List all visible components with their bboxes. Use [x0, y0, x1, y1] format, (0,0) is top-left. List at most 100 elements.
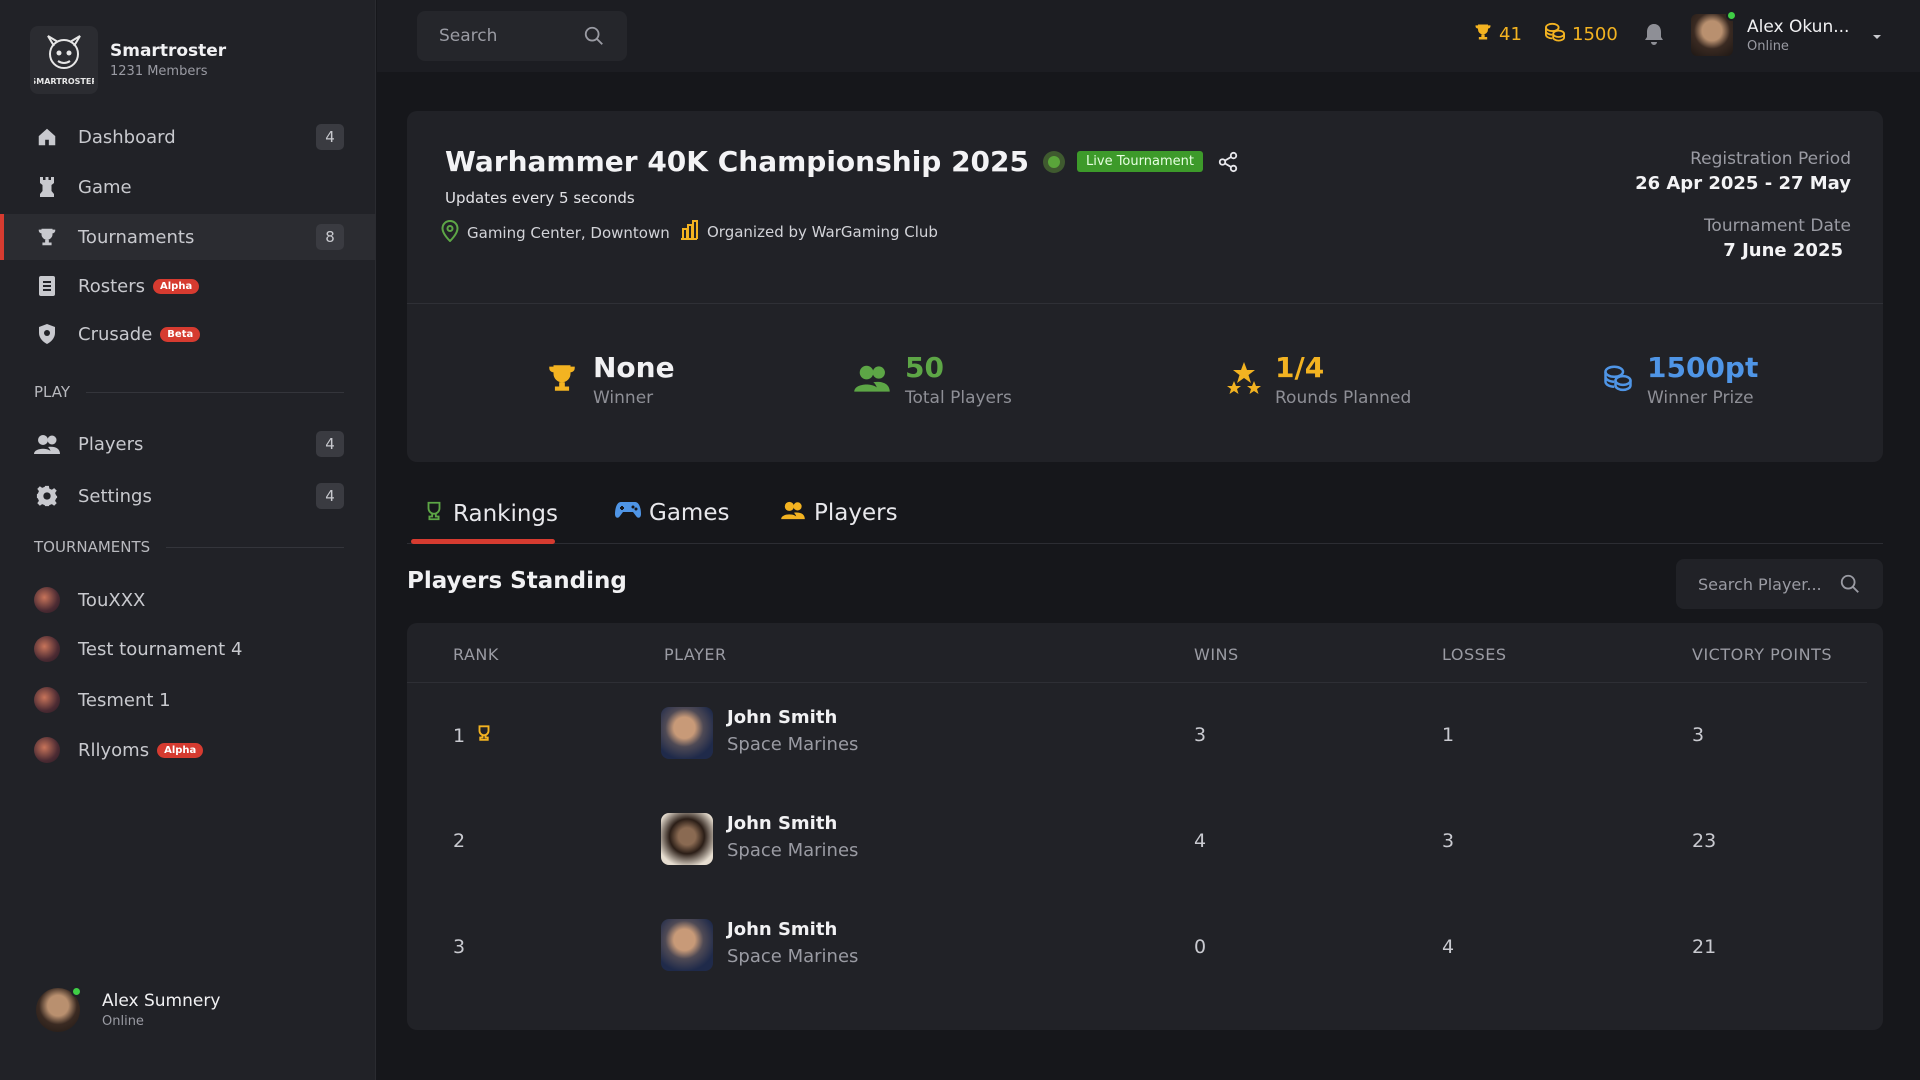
nav-item-settings[interactable]: Settings 4	[0, 473, 376, 519]
search-player-placeholder: Search Player...	[1698, 574, 1822, 594]
sidebar-user-status: Online	[102, 1014, 144, 1029]
nav-label: Players	[78, 433, 144, 455]
nav-item-rosters[interactable]: Rosters Alpha	[0, 263, 376, 309]
stat-value: None	[593, 351, 675, 384]
section-label-tournaments: TOURNAMENTS	[34, 538, 344, 556]
sidebar-user[interactable]: Alex Sumnery Online	[36, 986, 220, 1032]
nav-item-game[interactable]: Game	[0, 164, 376, 210]
user-menu[interactable]: Alex Okun... Online	[1691, 10, 1883, 56]
tab-label: Rankings	[453, 501, 559, 527]
section-label-play: PLAY	[34, 383, 344, 401]
tournament-thumbnail	[34, 737, 60, 763]
search-icon	[583, 25, 605, 52]
tab-rankings[interactable]: Rankings	[423, 500, 558, 528]
topbar: Search 41 1500 Alex Okun... Online	[377, 0, 1920, 72]
users-icon	[780, 500, 806, 526]
sidebar-tournament-touxxx[interactable]: TouXXX	[0, 577, 376, 623]
victory-points-cell: 23	[1692, 830, 1717, 852]
tournament-tabs: Rankings Games Players	[407, 488, 1883, 544]
stat-label: Winner Prize	[1647, 388, 1754, 408]
building-icon	[679, 220, 699, 244]
player-name[interactable]: John Smith	[727, 707, 837, 728]
avatar	[1691, 10, 1737, 56]
tab-label: Games	[649, 500, 730, 526]
registration-period: 26 Apr 2025 - 27 May	[1635, 173, 1851, 194]
stat-label: Total Players	[905, 388, 1012, 408]
nav-label: TouXXX	[78, 589, 146, 611]
tournament-dates: Registration Period 26 Apr 2025 - 27 May…	[1635, 149, 1851, 261]
table-row[interactable]: 2 John Smith Space Marines 4 3 23	[407, 789, 1867, 895]
nav-item-players[interactable]: Players 4	[0, 421, 376, 467]
table-header: RANK PLAYER WINS LOSSES VICTORY POINTS	[407, 623, 1867, 683]
column-victory-points[interactable]: VICTORY POINTS	[1692, 645, 1832, 664]
search-input[interactable]: Search	[417, 11, 627, 61]
nav-item-crusade[interactable]: Crusade Beta	[0, 311, 376, 357]
table-row[interactable]: 3 John Smith Space Marines 0 4 21	[407, 895, 1867, 1001]
nav-item-tournaments[interactable]: Tournaments 8	[0, 214, 376, 260]
map-pin-icon	[441, 219, 459, 246]
nav-count: 8	[316, 224, 344, 250]
player-name[interactable]: John Smith	[727, 813, 837, 834]
stat-prize: 1500pt Winner Prize	[1603, 351, 1758, 408]
tournament-date-label: Tournament Date	[1703, 216, 1851, 236]
online-indicator	[71, 986, 82, 997]
tournament-location: Gaming Center, Downtown	[441, 219, 670, 246]
player-faction: Space Marines	[727, 946, 859, 967]
tab-games[interactable]: Games	[615, 500, 729, 526]
column-rank[interactable]: RANK	[453, 645, 499, 664]
nav-label: Settings	[78, 485, 152, 507]
nav-item-dashboard[interactable]: Dashboard 4	[0, 114, 376, 160]
tournament-header-card: Warhammer 40K Championship 2025 Live Tou…	[407, 111, 1883, 462]
losses-cell: 3	[1442, 830, 1455, 852]
sidebar: SMARTROSTER Smartroster 1231 Members Das…	[0, 0, 376, 1080]
list-icon	[34, 273, 60, 299]
bell-icon[interactable]	[1643, 22, 1665, 50]
alpha-badge: Alpha	[157, 742, 204, 758]
tournament-organizer: Organized by WarGaming Club	[679, 220, 938, 244]
losses-cell: 4	[1442, 936, 1455, 958]
table-row[interactable]: 1 John Smith Space Marines 3 1 3	[407, 683, 1867, 789]
sidebar-tournament-tesment-1[interactable]: Tesment 1	[0, 677, 376, 723]
user-status: Online	[1747, 38, 1789, 54]
card-divider	[407, 303, 1883, 304]
search-player-input[interactable]: Search Player...	[1676, 559, 1883, 609]
player-faction: Space Marines	[727, 734, 859, 755]
brand[interactable]: SMARTROSTER Smartroster 1231 Members	[30, 26, 226, 94]
player-avatar	[661, 813, 713, 865]
search-placeholder: Search	[439, 26, 498, 46]
nav-label: Tournaments	[78, 226, 195, 248]
online-indicator	[1726, 10, 1737, 21]
standings-title: Players Standing	[407, 568, 627, 594]
rank-cell: 1	[453, 724, 493, 747]
nav-count: 4	[316, 431, 344, 457]
losses-cell: 1	[1442, 724, 1455, 746]
tab-players[interactable]: Players	[780, 500, 898, 526]
trophy-count[interactable]: 41	[1473, 22, 1522, 47]
column-losses[interactable]: LOSSES	[1442, 645, 1507, 664]
player-faction: Space Marines	[727, 840, 859, 861]
sidebar-tournament-rllyoms[interactable]: Rllyoms Alpha	[0, 727, 376, 773]
coin-balance[interactable]: 1500	[1544, 22, 1618, 47]
column-player[interactable]: PLAYER	[664, 645, 727, 664]
sidebar-tournament-test-4[interactable]: Test tournament 4	[0, 626, 376, 672]
player-name[interactable]: John Smith	[727, 919, 837, 940]
beta-badge: Beta	[160, 326, 201, 342]
rank-value: 1	[453, 724, 466, 747]
coin-value: 1500	[1572, 24, 1618, 45]
stars-icon	[1227, 361, 1261, 399]
tournament-title: Warhammer 40K Championship 2025	[445, 145, 1030, 178]
victory-points-cell: 21	[1692, 936, 1717, 958]
player-avatar	[661, 919, 713, 971]
coins-icon	[1544, 22, 1566, 47]
share-icon[interactable]	[1217, 151, 1239, 177]
trophy-icon	[545, 361, 579, 399]
stat-value: 1500pt	[1647, 351, 1759, 384]
brand-name: Smartroster	[110, 41, 227, 61]
stat-total-players: 50 Total Players	[853, 351, 1012, 408]
coins-icon	[1603, 363, 1633, 397]
nav-count: 4	[316, 124, 344, 150]
stat-label: Rounds Planned	[1275, 388, 1412, 408]
column-wins[interactable]: WINS	[1194, 645, 1239, 664]
nav-label: Game	[78, 176, 132, 198]
search-icon	[1839, 573, 1861, 599]
